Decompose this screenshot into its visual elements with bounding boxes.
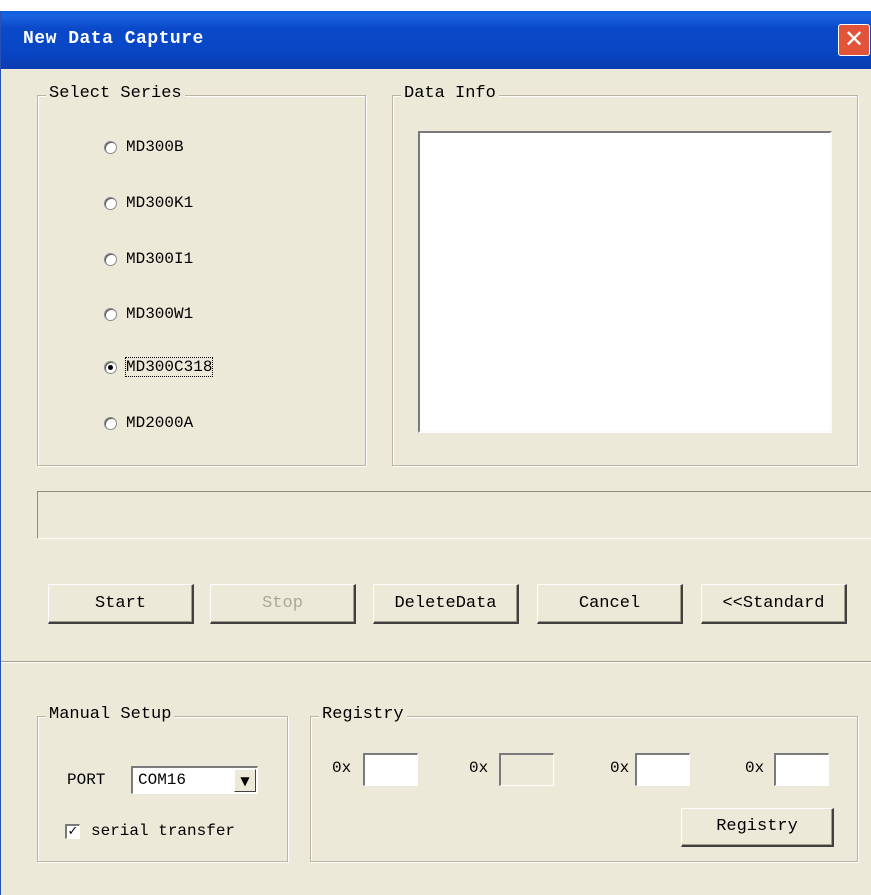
registry-field-4[interactable] [774,753,829,786]
registry-field-3[interactable] [635,753,690,786]
port-value: COM16 [138,771,187,789]
radio-md300i1[interactable]: MD300I1 [104,248,193,270]
radio-label: MD300B [126,138,184,156]
port-select[interactable]: COM16 ▼ [131,766,258,794]
radio-icon [104,140,117,154]
registry-button[interactable]: Registry [681,808,834,847]
manual-setup-legend: Manual Setup [46,705,175,724]
delete-data-button[interactable]: DeleteData [373,584,519,624]
radio-label: MD300K1 [126,194,194,212]
radio-label: MD300W1 [126,305,194,323]
start-button[interactable]: Start [48,584,194,624]
radio-md2000a[interactable]: MD2000A [104,412,193,434]
cancel-button[interactable]: Cancel [537,584,683,624]
standard-button[interactable]: <<Standard [701,584,847,624]
radio-label: MD300I1 [126,250,194,268]
radio-icon [104,416,117,430]
data-info-textbox[interactable] [418,131,832,433]
progress-bar [37,491,871,539]
registry-field-2[interactable] [499,753,554,786]
stop-button[interactable]: Stop [210,584,356,624]
serial-transfer-label: serial transfer [91,822,236,840]
port-label: PORT [67,771,106,789]
radio-icon [104,196,117,210]
select-series-legend: Select Series [46,84,185,103]
radio-md300c318[interactable]: MD300C318 [104,356,214,378]
section-divider [1,661,871,663]
select-series-group: Select Series MD300B MD300K1 MD300I1 MD3… [37,84,366,466]
radio-label: MD2000A [126,414,194,432]
close-icon[interactable]: ✕ [838,24,870,56]
radio-label: MD300C318 [124,357,214,377]
radio-selected-icon [104,360,117,374]
hex-prefix-label: 0x [610,759,630,777]
new-data-capture-window: New Data Capture ✕ Select Series MD300B … [0,11,871,895]
radio-md300k1[interactable]: MD300K1 [104,192,193,214]
chevron-down-icon[interactable]: ▼ [234,769,256,792]
radio-md300w1[interactable]: MD300W1 [104,303,193,325]
data-info-group: Data Info [392,84,858,466]
hex-prefix-label: 0x [469,759,489,777]
window-title: New Data Capture [23,29,204,49]
radio-md300b[interactable]: MD300B [104,136,184,158]
radio-icon [104,307,117,321]
registry-legend: Registry [319,705,407,724]
registry-field-1[interactable] [363,753,418,786]
title-bar[interactable]: New Data Capture ✕ [1,11,871,69]
hex-prefix-label: 0x [332,759,352,777]
data-info-legend: Data Info [401,84,499,103]
serial-transfer-checkbox[interactable]: ✓ [65,824,80,839]
hex-prefix-label: 0x [745,759,765,777]
radio-icon [104,252,117,266]
